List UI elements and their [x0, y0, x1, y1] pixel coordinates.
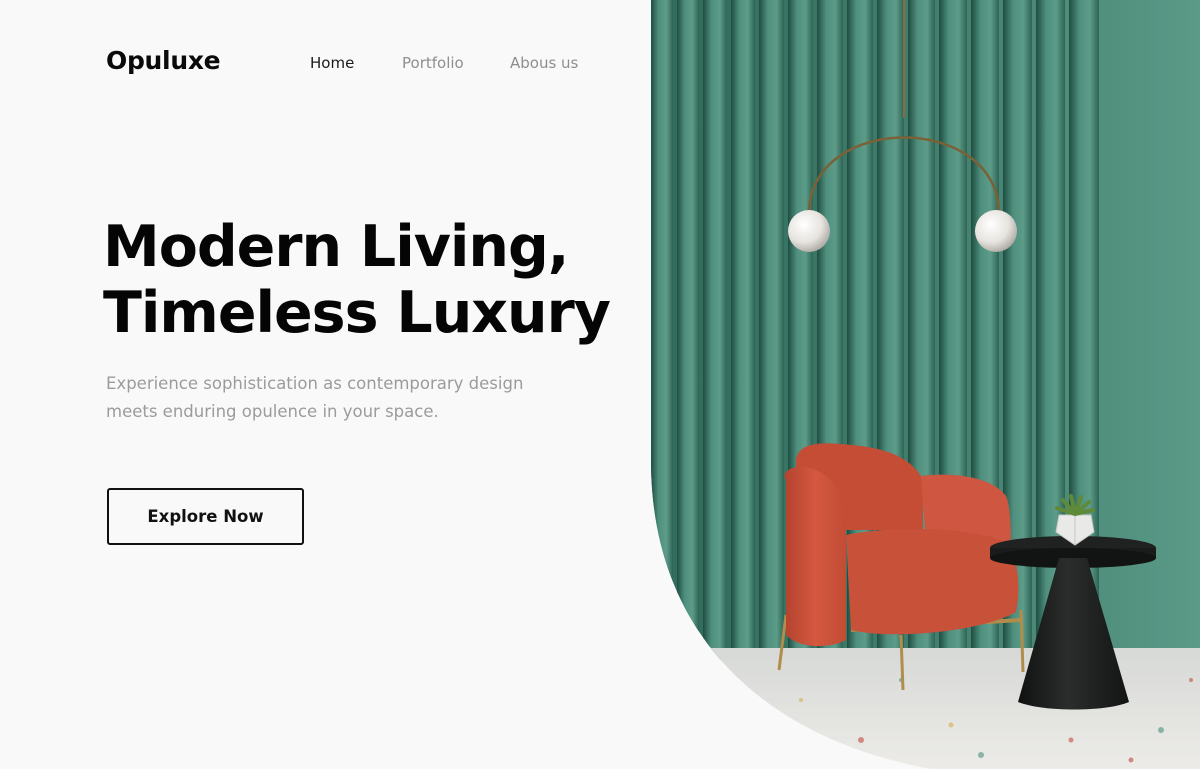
- nav-item-about-us[interactable]: Abous us: [510, 54, 578, 72]
- nav-item-home[interactable]: Home: [310, 54, 354, 72]
- explore-now-button[interactable]: Explore Now: [107, 488, 304, 545]
- hero-headline-line-2: Timeless Luxury: [103, 280, 611, 346]
- hero-headline: Modern Living, Timeless Luxury: [103, 214, 611, 346]
- nav-item-portfolio[interactable]: Portfolio: [402, 54, 464, 72]
- hero-headline-line-1: Modern Living,: [103, 214, 569, 280]
- hero-subtext-line-2: meets enduring opulence in your space.: [106, 402, 439, 421]
- hero-image: [651, 0, 1200, 769]
- brand-logo[interactable]: Opuluxe: [106, 46, 221, 75]
- hero-subtext: Experience sophistication as contemporar…: [106, 370, 546, 426]
- interior-scene-illustration: [651, 0, 1200, 769]
- hero-subtext-line-1: Experience sophistication as contemporar…: [106, 374, 524, 393]
